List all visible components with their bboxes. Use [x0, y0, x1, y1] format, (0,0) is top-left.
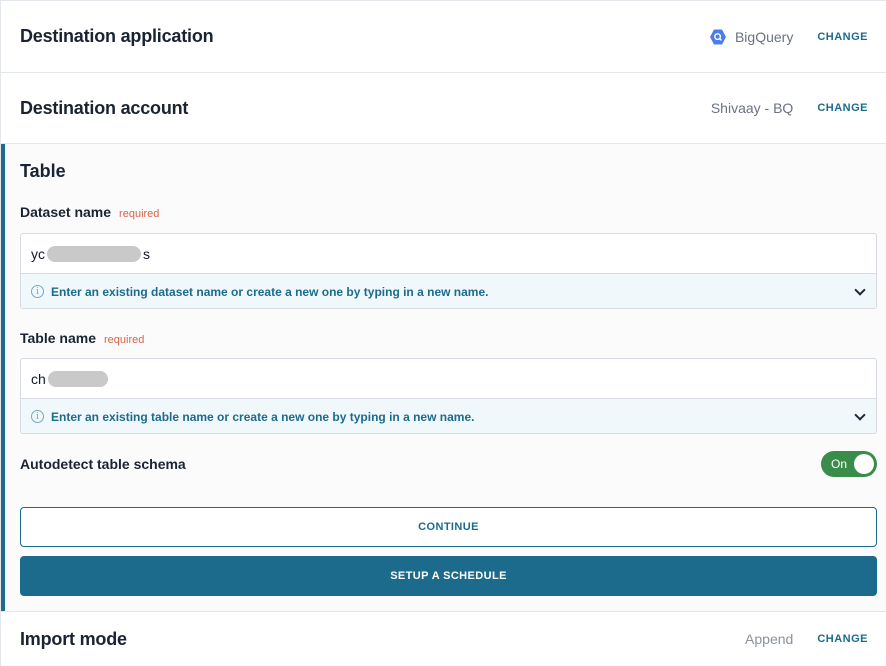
- redacted-text: [47, 245, 141, 262]
- chevron-down-icon[interactable]: [854, 283, 866, 296]
- setup-schedule-button[interactable]: SETUP A SCHEDULE: [20, 556, 877, 596]
- change-destination-application-button[interactable]: CHANGE: [817, 31, 868, 43]
- destination-account-title: Destination account: [20, 97, 189, 118]
- import-mode-value: Append: [745, 631, 794, 647]
- table-name-input[interactable]: ch: [21, 359, 876, 398]
- table-name-combobox[interactable]: ch i Enter an existing table name or cre…: [20, 358, 877, 434]
- dataset-name-label-text: Dataset name: [20, 204, 112, 220]
- table-section-title: Table: [20, 161, 66, 181]
- dataset-name-value-start: yc: [31, 245, 45, 262]
- autodetect-schema-toggle[interactable]: On: [821, 451, 877, 477]
- table-name-label: Table name required: [20, 330, 144, 346]
- dataset-name-combobox[interactable]: yc s i Enter an existing dataset name or…: [20, 233, 877, 309]
- dataset-name-value-end: s: [143, 245, 150, 262]
- table-name-label-text: Table name: [20, 330, 96, 346]
- toggle-state-label: On: [831, 457, 848, 471]
- destination-account-value: Shivaay - BQ: [710, 100, 794, 116]
- change-destination-account-button[interactable]: CHANGE: [817, 102, 868, 114]
- continue-button[interactable]: CONTINUE: [20, 507, 877, 547]
- info-icon: i: [31, 285, 44, 298]
- dataset-name-hint-text: Enter an existing dataset name or create…: [51, 284, 489, 299]
- import-wizard: Destination application BigQuery CHANGE …: [0, 0, 886, 666]
- autodetect-schema-row: Autodetect table schema On: [20, 450, 877, 478]
- table-name-value-start: ch: [31, 370, 46, 387]
- info-icon: i: [31, 410, 44, 423]
- destination-application-value: BigQuery: [709, 28, 793, 46]
- destination-application-label: BigQuery: [734, 28, 794, 45]
- destination-application-row[interactable]: Destination application BigQuery CHANGE: [1, 0, 886, 73]
- chevron-down-icon[interactable]: [854, 408, 866, 421]
- destination-account-row[interactable]: Destination account Shivaay - BQ CHANGE: [1, 73, 886, 144]
- dataset-name-label: Dataset name required: [20, 204, 159, 220]
- dataset-name-hint[interactable]: i Enter an existing dataset name or crea…: [21, 273, 876, 308]
- redacted-text: [47, 370, 108, 387]
- dataset-name-input[interactable]: yc s: [21, 234, 876, 273]
- toggle-knob: [854, 454, 874, 474]
- bigquery-icon: [709, 28, 727, 46]
- import-mode-title: Import mode: [20, 628, 127, 649]
- table-required-badge: required: [104, 334, 145, 346]
- dataset-required-badge: required: [119, 208, 160, 220]
- table-name-hint-text: Enter an existing table name or create a…: [51, 409, 475, 424]
- table-name-hint[interactable]: i Enter an existing table name or create…: [21, 398, 876, 433]
- table-section: Table Dataset name required yc s i Enter…: [1, 144, 886, 611]
- import-mode-row[interactable]: Import mode Append CHANGE: [1, 611, 886, 666]
- change-import-mode-button[interactable]: CHANGE: [817, 633, 868, 645]
- destination-application-title: Destination application: [20, 26, 214, 46]
- autodetect-schema-label: Autodetect table schema: [20, 456, 186, 472]
